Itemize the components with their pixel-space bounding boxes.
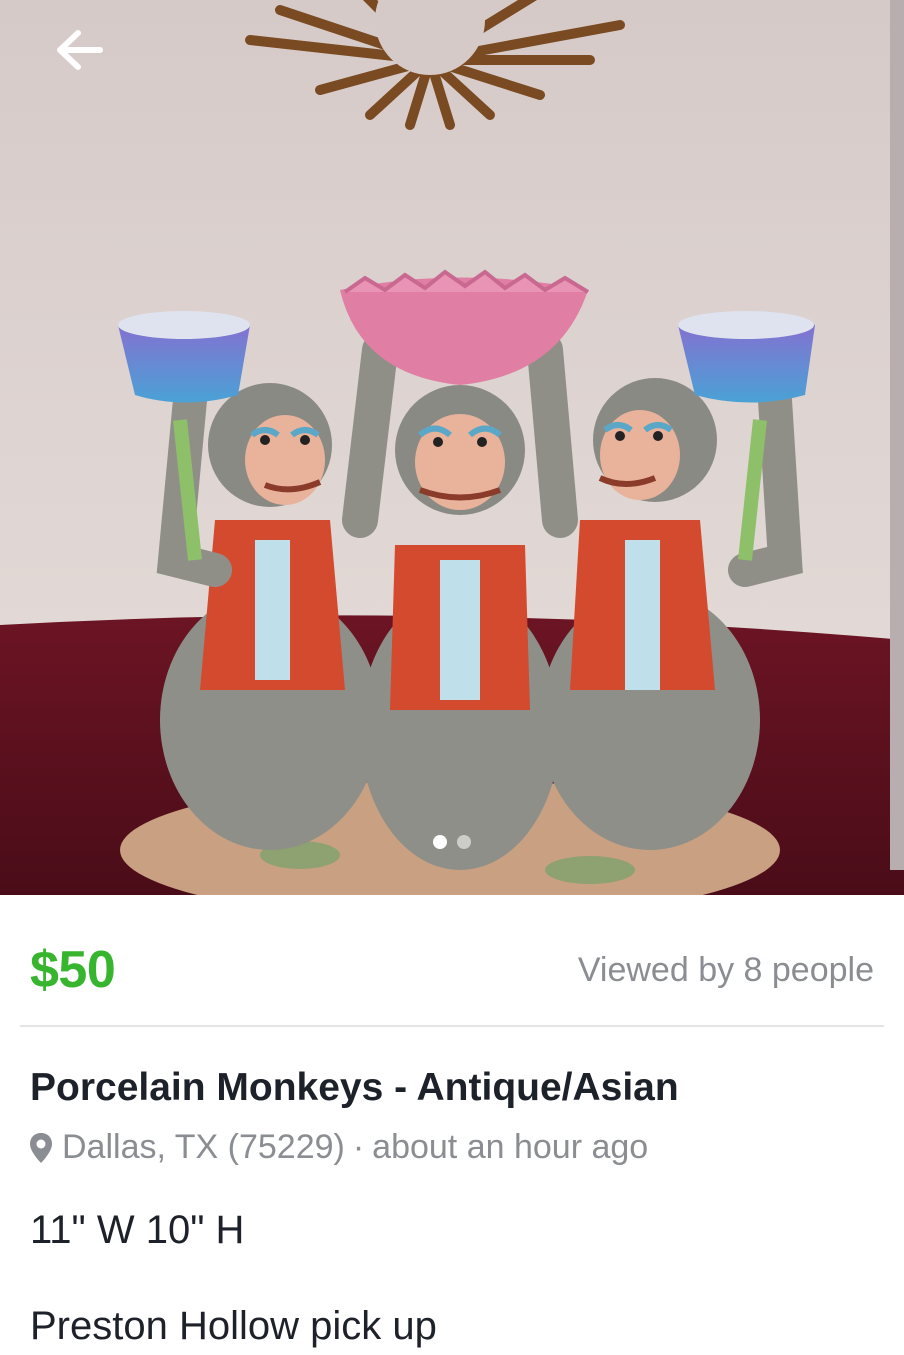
gallery-dot[interactable]	[457, 835, 471, 849]
description-line-2: Preston Hollow pick up	[30, 1304, 437, 1348]
listing-photo[interactable]	[0, 0, 904, 895]
location-pin-icon	[30, 1132, 52, 1163]
description-line-1: 11" W 10" H	[30, 1208, 245, 1252]
price: $50	[30, 941, 116, 999]
back-button[interactable]	[48, 22, 110, 78]
view-count: Viewed by 8 people	[577, 950, 874, 989]
price-row: $50 Viewed by 8 people	[30, 935, 874, 1005]
meta-separator: ·	[352, 1128, 365, 1166]
listing-meta: Dallas, TX (75229) · about an hour ago	[28, 1128, 648, 1167]
gallery-dot[interactable]	[433, 835, 447, 849]
posted-time: about an hour ago	[372, 1128, 649, 1166]
gallery-indicator	[0, 835, 904, 849]
location-text[interactable]: Dallas, TX (75229)	[62, 1128, 345, 1167]
back-arrow-icon	[57, 30, 103, 70]
divider	[20, 1025, 884, 1027]
listing-title: Porcelain Monkeys - Antique/Asian	[30, 1066, 679, 1109]
monkey-figurine-image	[0, 0, 904, 895]
